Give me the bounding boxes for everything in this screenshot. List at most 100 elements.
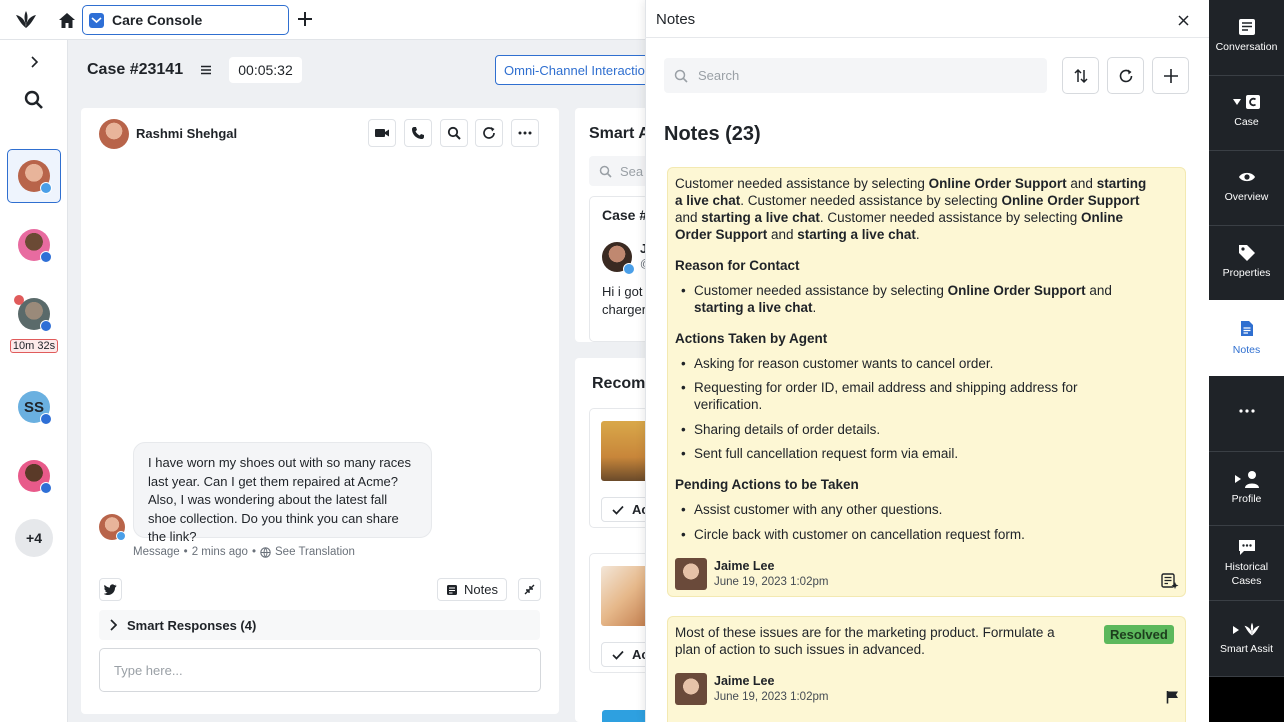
refresh-notes-button[interactable]: [1107, 57, 1144, 94]
rail-more[interactable]: [1209, 409, 1284, 413]
note-date: June 19, 2023 1:02pm: [714, 576, 829, 588]
note-author: Jaime Lee: [714, 559, 775, 573]
omni-channel-button[interactable]: Omni-Channel Interactions: [495, 55, 655, 85]
search-placeholder: Search: [698, 68, 740, 83]
twitter-channel-button[interactable]: [99, 578, 122, 601]
message-input[interactable]: Type here...: [99, 648, 541, 692]
message-meta: Message • 2 mins ago • See Translation: [133, 546, 355, 558]
case-card[interactable]: Case # J @ Hi i got charger: [589, 196, 645, 342]
globe-icon: [260, 546, 271, 558]
note-summary: Customer needed assistance by selecting …: [675, 176, 1147, 242]
apply-button[interactable]: Ac: [601, 497, 645, 522]
tag-icon: [1238, 244, 1256, 262]
rail-conversation[interactable]: Conversation: [1209, 18, 1284, 54]
rail-properties[interactable]: Properties: [1209, 244, 1284, 280]
note-author: Jaime Lee: [714, 674, 775, 688]
flag-icon[interactable]: [1164, 689, 1180, 705]
card-text: charger: [602, 302, 645, 317]
recommendation-image: [601, 421, 645, 481]
tab-title: Care Console: [112, 12, 203, 28]
check-icon: [612, 505, 624, 515]
alert-dot-icon: [14, 295, 24, 305]
smart-assist-panel: Smart A Sea Case # J @ Hi i got charger: [575, 108, 645, 342]
tab-care-console[interactable]: Care Console: [82, 5, 289, 35]
case-icon: [1232, 94, 1261, 110]
more-conversations-button[interactable]: +4: [15, 519, 53, 557]
rail-profile[interactable]: Profile: [1209, 470, 1284, 506]
apply-button[interactable]: Ac: [601, 642, 645, 667]
resolved-badge: Resolved: [1104, 625, 1174, 644]
notes-button-label: Notes: [464, 582, 498, 597]
close-icon[interactable]: [1174, 11, 1192, 29]
left-rail: [0, 40, 68, 722]
search-icon: [674, 69, 688, 83]
reason-item: Customer needed assistance by selecting …: [681, 282, 1112, 316]
rail-overview[interactable]: Overview: [1209, 170, 1284, 204]
plus-icon: [1163, 68, 1179, 84]
home-icon[interactable]: [56, 9, 78, 31]
more-dots-icon: [518, 131, 532, 135]
phone-call-button[interactable]: [404, 119, 432, 147]
action-item: Asking for reason customer wants to canc…: [681, 355, 993, 372]
profile-icon: [1234, 470, 1259, 488]
smart-responses-label: Smart Responses (4): [127, 617, 257, 633]
action-item-continued: verification.: [694, 397, 763, 412]
video-call-button[interactable]: [368, 119, 396, 147]
customer-name: Rashmi Shehgal: [136, 126, 238, 141]
smart-assist-search[interactable]: Sea: [589, 156, 645, 186]
rail-footer: [1209, 677, 1284, 722]
chat-history-icon: [1238, 539, 1256, 556]
recommendations-panel: Recomm Ac Ac: [575, 358, 645, 722]
recommendation-card[interactable]: Ac: [589, 408, 645, 528]
customer-message: I have worn my shoes out with so many ra…: [133, 442, 432, 544]
notes-button[interactable]: Notes: [437, 578, 507, 601]
more-options-button[interactable]: [511, 119, 539, 147]
sort-button[interactable]: [1062, 57, 1099, 94]
search-icon: [599, 165, 612, 178]
facebook-badge-icon: [40, 251, 52, 263]
reason-heading: Reason for Contact: [675, 258, 800, 273]
smart-assist-icon: [1232, 622, 1261, 637]
ai-notes-icon[interactable]: [1160, 572, 1180, 590]
conversation-icon: [1238, 18, 1256, 36]
author-avatar: [675, 673, 707, 705]
smart-assist-title: Smart A: [589, 125, 645, 142]
add-note-button[interactable]: [1152, 57, 1189, 94]
recommendation-image: [602, 710, 645, 722]
search-conversation-button[interactable]: [440, 119, 468, 147]
see-translation-link[interactable]: See Translation: [275, 546, 355, 558]
author-avatar: [675, 558, 707, 590]
customer-avatar: [99, 119, 129, 149]
smart-responses-toggle[interactable]: Smart Responses (4): [99, 610, 540, 640]
rail-historical-cases[interactable]: Historical Cases: [1209, 539, 1284, 588]
rail-case[interactable]: Case: [1209, 94, 1284, 129]
menu-icon[interactable]: [197, 61, 215, 79]
actions-heading: Actions Taken by Agent: [675, 331, 828, 346]
refresh-button[interactable]: [475, 119, 503, 147]
sprinklr-logo-icon[interactable]: [14, 8, 38, 32]
facebook-badge-icon: [40, 320, 52, 332]
rail-smart-assist[interactable]: Smart Assit: [1209, 622, 1284, 656]
search-icon[interactable]: [22, 88, 46, 112]
rail-notes[interactable]: Notes: [1209, 320, 1284, 357]
recommendations-title: Recomm: [592, 375, 645, 392]
action-item: Sharing details of order details.: [681, 421, 880, 438]
notes-heading: Notes (23): [664, 123, 761, 145]
add-tab-icon[interactable]: [295, 9, 315, 29]
video-icon: [374, 127, 390, 139]
refresh-icon: [482, 126, 496, 140]
drawer-divider: [645, 37, 1209, 38]
notes-search-input[interactable]: Search: [664, 58, 1047, 93]
notes-icon: [446, 584, 458, 596]
drawer-title: Notes: [656, 11, 696, 28]
care-console-icon: [89, 12, 104, 28]
refresh-icon: [1118, 68, 1134, 84]
expand-chevron-icon[interactable]: [24, 52, 44, 72]
collapse-composer-button[interactable]: [518, 578, 541, 601]
case-title: Case #23141: [87, 61, 184, 78]
facebook-badge-icon: [40, 413, 52, 425]
pending-item: Circle back with customer on cancellatio…: [681, 526, 1025, 543]
recommendation-image: [601, 566, 645, 626]
recommendation-card[interactable]: Ac: [589, 553, 645, 673]
message-time: 2 mins ago: [191, 546, 248, 558]
